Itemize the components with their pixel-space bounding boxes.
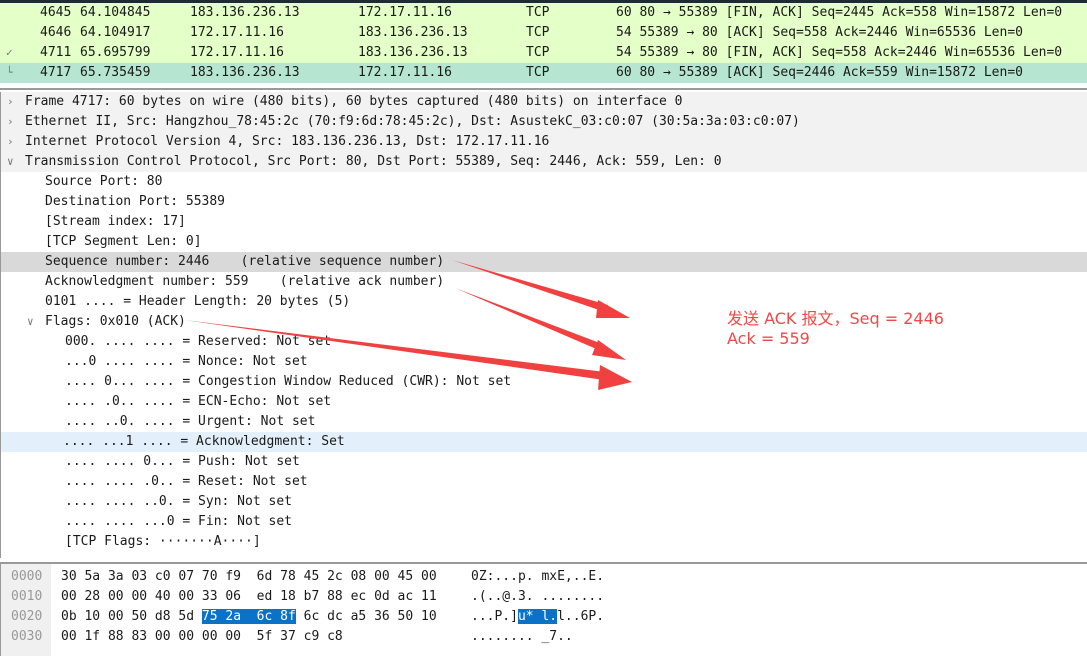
arrow-head-ack: [592, 340, 626, 360]
annotation-line1: 发送 ACK 报文，Seq = 2446: [727, 309, 944, 328]
arrow-to-seq: [452, 260, 608, 312]
arrow-head-flags: [598, 365, 632, 390]
arrow-to-ack: [455, 288, 605, 351]
arrow-head-seq: [596, 300, 630, 318]
annotation-line2: Ack = 559: [727, 329, 810, 348]
arrow-to-flags: [184, 320, 605, 380]
